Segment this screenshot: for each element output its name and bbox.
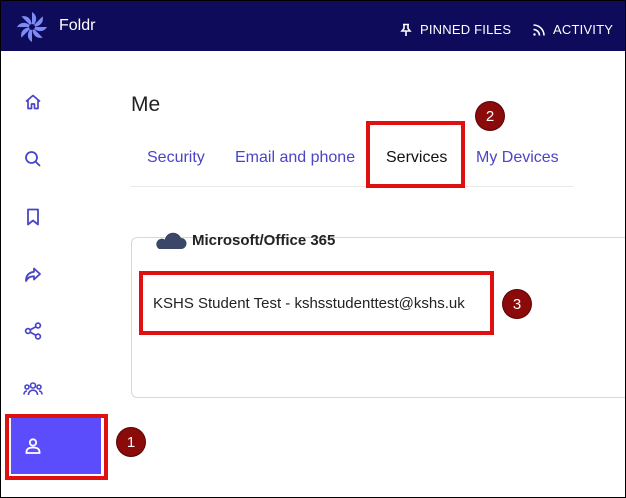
- share-arrow-icon[interactable]: [23, 265, 43, 285]
- share-nodes-icon[interactable]: [23, 321, 43, 341]
- home-icon[interactable]: [23, 92, 43, 112]
- tabs-divider: [131, 186, 573, 187]
- search-icon[interactable]: [23, 149, 43, 169]
- activity-link[interactable]: ACTIVITY: [532, 22, 613, 37]
- rss-icon: [532, 23, 546, 37]
- app-title: Foldr: [59, 17, 96, 34]
- pinned-files-label: PINNED FILES: [420, 22, 512, 37]
- group-icon[interactable]: [23, 379, 43, 399]
- tab-my-devices[interactable]: My Devices: [476, 149, 559, 167]
- top-bar: Foldr PINNED FILES ACTIVITY: [1, 1, 625, 51]
- cloud-icon: [156, 232, 187, 249]
- highlight-services-tab: [366, 121, 465, 188]
- foldr-logo[interactable]: [15, 10, 49, 44]
- highlight-account: [139, 271, 494, 335]
- step-badge-3: 3: [503, 290, 531, 318]
- app-window: Foldr PINNED FILES ACTIVITY Me Security …: [0, 0, 626, 498]
- service-name: Microsoft/Office 365: [192, 232, 336, 249]
- tab-security[interactable]: Security: [147, 149, 205, 167]
- step-badge-2: 2: [476, 102, 504, 130]
- page-title: Me: [131, 93, 161, 116]
- pinned-files-link[interactable]: PINNED FILES: [399, 22, 511, 37]
- activity-label: ACTIVITY: [553, 22, 614, 37]
- highlight-user-nav: [5, 414, 108, 480]
- bookmark-icon[interactable]: [23, 207, 43, 227]
- step-badge-1: 1: [117, 428, 145, 456]
- pin-icon: [399, 23, 413, 37]
- tab-email-and-phone[interactable]: Email and phone: [235, 149, 355, 167]
